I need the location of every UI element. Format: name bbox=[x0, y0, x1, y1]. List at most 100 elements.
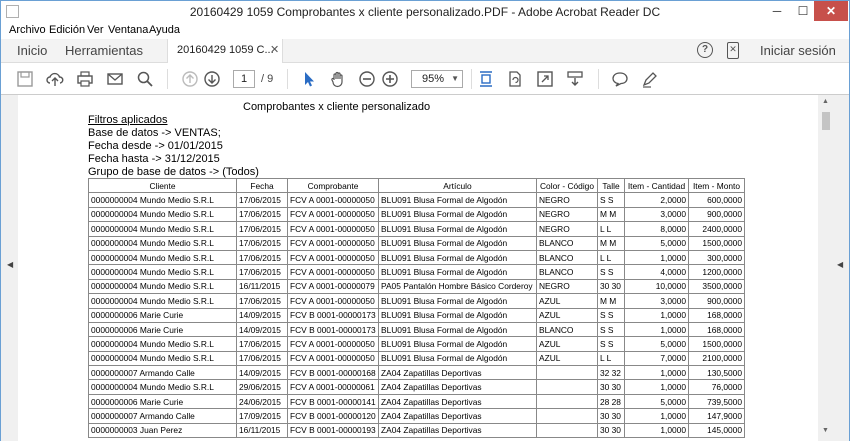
scroll-down-icon[interactable]: ▼ bbox=[822, 427, 829, 434]
help-icon[interactable]: ? bbox=[697, 42, 713, 58]
cell-cliente: 0000000007 Armando Calle bbox=[88, 408, 237, 424]
vertical-scrollbar[interactable]: ▲ ▼ bbox=[818, 95, 834, 441]
cell-color: AZUL bbox=[536, 350, 598, 367]
next-page-icon[interactable] bbox=[203, 70, 221, 88]
window-title: 20160429 1059 Comprobantes x cliente per… bbox=[189, 5, 661, 19]
cell-cliente: 0000000006 Marie Curie bbox=[88, 307, 237, 323]
cell-fecha: 29/06/2015 bbox=[236, 379, 288, 395]
fit-page-icon[interactable] bbox=[477, 70, 495, 88]
menu-ayuda[interactable]: Ayuda bbox=[149, 24, 180, 36]
cell-cliente: 0000000007 Armando Calle bbox=[88, 365, 237, 381]
zoom-select[interactable]: 95% ▼ bbox=[411, 70, 463, 88]
acrobat-window: 20160429 1059 Comprobantes x cliente per… bbox=[0, 0, 850, 441]
search-icon[interactable] bbox=[136, 70, 154, 88]
cell-comprobante: FCV B 0001-00000141 bbox=[287, 393, 379, 410]
cell-articulo: BLU091 Blusa Formal de Algodón bbox=[378, 206, 537, 223]
pdf-page: Comprobantes x cliente personalizado Fil… bbox=[18, 95, 818, 441]
cell-fecha: 17/06/2015 bbox=[236, 249, 288, 266]
cell-comprobante: FCV B 0001-00000173 bbox=[287, 321, 379, 338]
cell-comprobante: FCV B 0001-00000120 bbox=[287, 408, 379, 424]
cell-cliente: 0000000004 Mundo Medio S.R.L bbox=[88, 278, 237, 295]
menu-ver[interactable]: Ver bbox=[87, 24, 104, 36]
tab-inicio[interactable]: Inicio bbox=[17, 43, 47, 58]
cell-articulo: BLU091 Blusa Formal de Algodón bbox=[378, 264, 537, 280]
cell-cliente: 0000000004 Mundo Medio S.R.L bbox=[88, 350, 237, 367]
report-table: Cliente Fecha Comprobante Artículo Color… bbox=[88, 177, 745, 439]
table-row: 0000000006 Marie Curie 24/06/2015 FCV B 00… bbox=[88, 393, 745, 410]
print-icon[interactable] bbox=[76, 70, 94, 88]
save-icon[interactable] bbox=[16, 70, 34, 88]
cell-cliente: 0000000004 Mundo Medio S.R.L bbox=[88, 293, 237, 309]
hand-icon[interactable] bbox=[329, 70, 347, 88]
sign-in-link[interactable]: Iniciar sesión bbox=[760, 43, 836, 58]
filter-date-from: Fecha desde -> 01/01/2015 bbox=[88, 140, 223, 152]
menu-ventana[interactable]: Ventana bbox=[108, 24, 148, 36]
cell-talle: 32 32 bbox=[597, 365, 625, 381]
scrollbar-thumb[interactable] bbox=[822, 112, 830, 130]
page-number-input[interactable]: 1 bbox=[233, 70, 255, 88]
cell-comprobante: FCV A 0001-00000050 bbox=[287, 249, 379, 266]
column-header-monto: Item - Monto bbox=[688, 177, 745, 194]
document-title: Comprobantes x cliente personalizado bbox=[243, 101, 431, 113]
page-total: / 9 bbox=[261, 73, 274, 85]
previous-page-icon[interactable] bbox=[181, 70, 199, 88]
cell-articulo: BLU091 Blusa Formal de Algodón bbox=[378, 192, 537, 208]
cursor-icon[interactable] bbox=[300, 70, 318, 88]
cell-articulo: BLU091 Blusa Formal de Algodón bbox=[378, 249, 537, 266]
cell-talle: 28 28 bbox=[597, 393, 625, 410]
cell-cliente: 0000000006 Marie Curie bbox=[88, 321, 237, 338]
tab-close-icon[interactable]: ✕ bbox=[270, 43, 279, 56]
cell-comprobante: FCV B 0001-00000168 bbox=[287, 365, 379, 381]
cell-cantidad: 5,0000 bbox=[624, 235, 689, 251]
pen-icon[interactable] bbox=[641, 70, 659, 88]
cell-color: NEGRO bbox=[536, 221, 598, 237]
cell-articulo: ZA04 Zapatillas Deportivas bbox=[378, 393, 537, 410]
cell-cantidad: 1,0000 bbox=[624, 321, 689, 338]
tab-document[interactable]: 20160429 1059 C... ✕ bbox=[167, 39, 283, 63]
table-row: 0000000004 Mundo Medio S.R.L 17/06/2015 FC… bbox=[88, 336, 745, 352]
email-icon[interactable] bbox=[106, 70, 124, 88]
fullscreen-icon[interactable] bbox=[536, 70, 554, 88]
table-row: 0000000004 Mundo Medio S.R.L 17/06/2015 FC… bbox=[88, 264, 745, 280]
cell-color: BLANCO bbox=[536, 235, 598, 251]
table-row: 0000000004 Mundo Medio S.R.L 17/06/2015 FC… bbox=[88, 249, 745, 266]
cell-color bbox=[536, 393, 598, 410]
maximize-button[interactable]: ☐ bbox=[790, 1, 816, 21]
cell-cliente: 0000000004 Mundo Medio S.R.L bbox=[88, 221, 237, 237]
comment-icon[interactable] bbox=[611, 70, 629, 88]
close-button[interactable]: ✕ bbox=[814, 1, 848, 21]
cloud-upload-icon[interactable] bbox=[46, 70, 64, 88]
cell-monto: 600,0000 bbox=[688, 192, 745, 208]
cell-talle: 30 30 bbox=[597, 278, 625, 295]
cell-color: AZUL bbox=[536, 293, 598, 309]
zoom-value: 95% bbox=[422, 73, 445, 85]
cell-monto: 145,0000 bbox=[688, 422, 745, 439]
cell-fecha: 17/06/2015 bbox=[236, 350, 288, 367]
left-panel-toggle-icon[interactable]: ◀ bbox=[7, 260, 13, 269]
scroll-up-icon[interactable]: ▲ bbox=[822, 98, 829, 105]
document-area[interactable]: ◀ ◀ Comprobantes x cliente personalizado… bbox=[1, 95, 849, 441]
table-row: 0000000007 Armando Calle 14/09/2015 FCV B … bbox=[88, 365, 745, 381]
cell-fecha: 17/06/2015 bbox=[236, 235, 288, 251]
table-row: 0000000004 Mundo Medio S.R.L 17/06/2015 FC… bbox=[88, 350, 745, 367]
cell-monto: 130,5000 bbox=[688, 365, 745, 381]
cell-cantidad: 8,0000 bbox=[624, 221, 689, 237]
mobile-link-icon[interactable]: ✕ bbox=[727, 42, 739, 59]
zoom-out-icon[interactable] bbox=[358, 70, 376, 88]
cell-talle: L L bbox=[597, 249, 625, 266]
cell-monto: 1500,0000 bbox=[688, 235, 745, 251]
cell-cantidad: 1,0000 bbox=[624, 379, 689, 395]
zoom-in-icon[interactable] bbox=[381, 70, 399, 88]
cell-color: NEGRO bbox=[536, 206, 598, 223]
tab-herramientas[interactable]: Herramientas bbox=[65, 43, 143, 58]
toolbar-separator bbox=[598, 69, 599, 89]
minimize-button[interactable]: ─ bbox=[764, 1, 790, 21]
cell-cliente: 0000000004 Mundo Medio S.R.L bbox=[88, 379, 237, 395]
scroll-mode-icon[interactable] bbox=[566, 70, 584, 88]
rotate-icon[interactable] bbox=[506, 70, 524, 88]
table-row: 0000000004 Mundo Medio S.R.L 17/06/2015 FC… bbox=[88, 221, 745, 237]
cell-monto: 300,0000 bbox=[688, 249, 745, 266]
menu-edicion[interactable]: Edición bbox=[49, 24, 85, 36]
menu-archivo[interactable]: Archivo bbox=[9, 24, 46, 36]
right-panel-toggle-icon[interactable]: ◀ bbox=[837, 260, 843, 269]
